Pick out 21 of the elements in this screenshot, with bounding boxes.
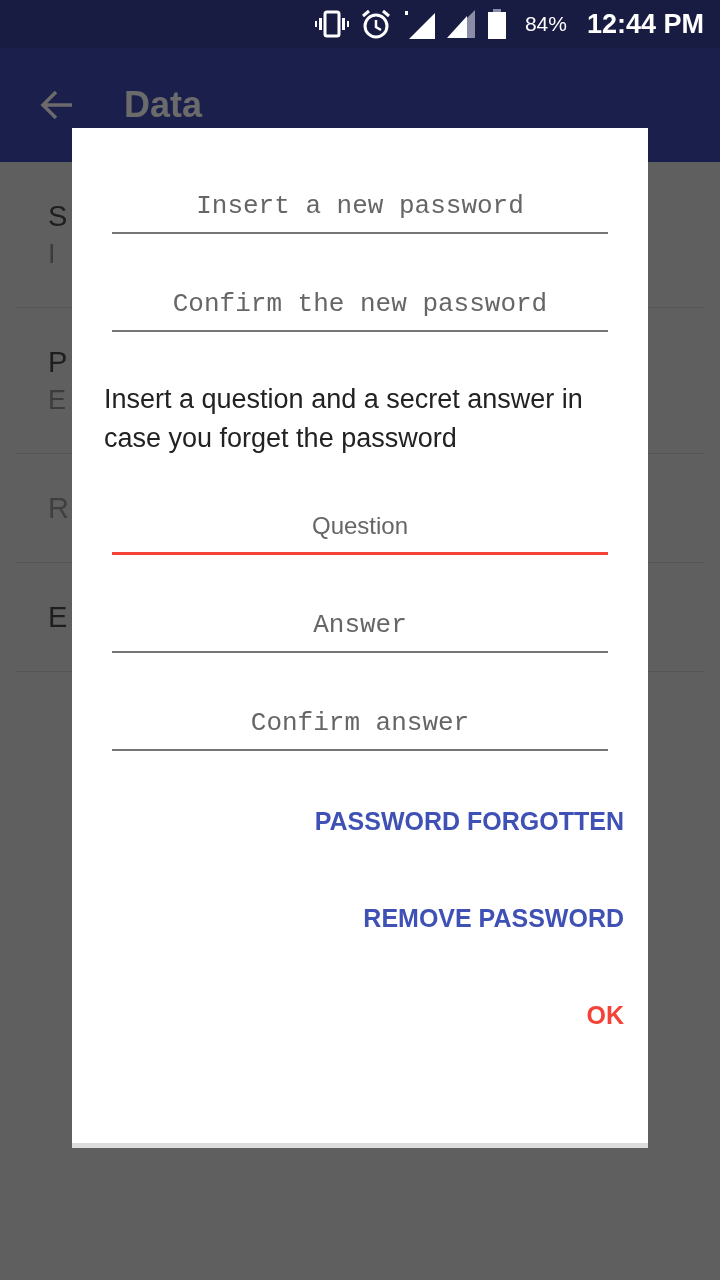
setting-title: P (48, 345, 68, 379)
signal-icon (446, 10, 475, 38)
clock-time: 12:44 PM (586, 8, 704, 40)
dialog-button[interactable]: REMOVE PASSWORD (363, 890, 624, 947)
battery-icon (486, 9, 507, 39)
dialog-message: Insert a question and a secret answer in case you forget the password (104, 383, 584, 455)
dialog-button[interactable]: PASSWORD FORGOTTEN (314, 793, 624, 850)
setting-title: E (48, 600, 68, 634)
input-field[interactable]: Insert a new password (112, 180, 608, 234)
dialog-button[interactable]: OK (586, 987, 624, 1044)
input-field[interactable]: Question (112, 500, 608, 555)
alarm-icon (360, 9, 391, 39)
screen-title: Data (124, 84, 203, 126)
setting-title: S (48, 199, 68, 233)
input-field[interactable]: Answer (112, 599, 608, 653)
input-field[interactable]: Confirm answer (112, 697, 608, 751)
back-arrow-icon[interactable] (40, 90, 74, 120)
signal-icon (402, 9, 435, 39)
battery-percentage: 84% (524, 12, 567, 36)
input-field[interactable]: Confirm the new password (112, 278, 608, 332)
vibrate-icon (314, 10, 349, 38)
